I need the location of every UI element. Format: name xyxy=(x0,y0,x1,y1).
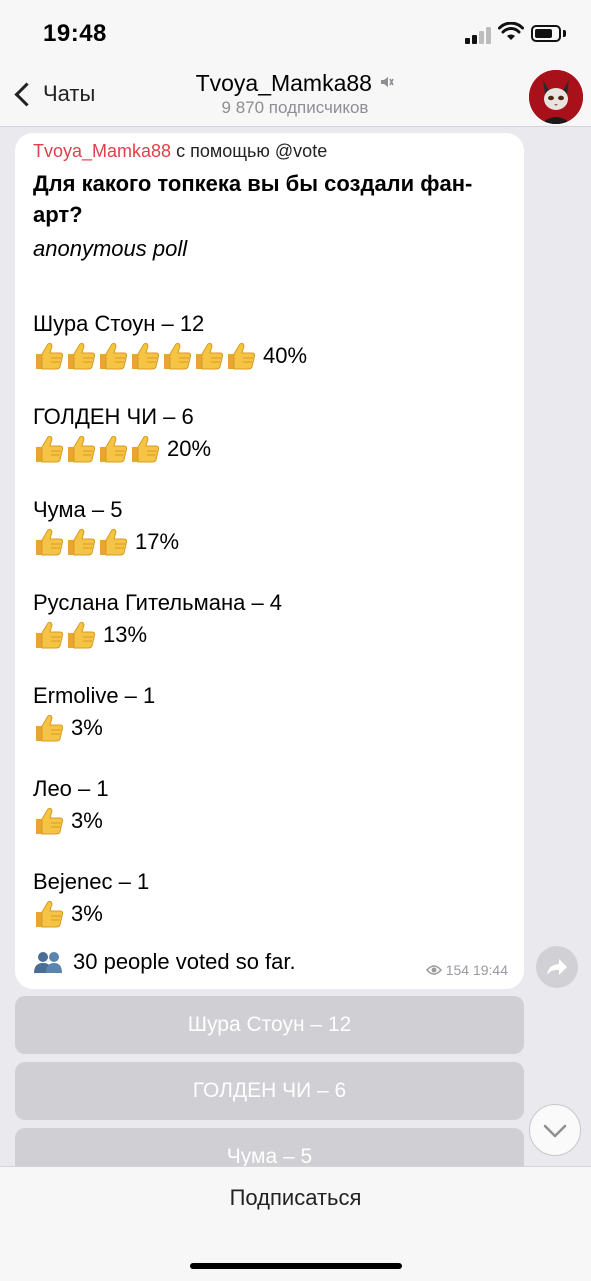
thumbs-up-icon xyxy=(33,713,65,743)
thumbs-up-icon xyxy=(129,434,161,464)
chevron-down-icon xyxy=(543,1124,567,1138)
voted-count: 30 people voted so far. xyxy=(73,949,296,974)
thumbs-up-icon xyxy=(97,434,129,464)
poll-option-label: Руслана Гительмана – 4 xyxy=(33,590,283,615)
poll-option: Шура Стоун – 12 40% xyxy=(33,308,506,372)
message-time: 19:44 xyxy=(472,962,508,978)
thumbs-up-icon xyxy=(97,527,129,557)
status-time: 19:48 xyxy=(43,20,107,47)
poll-option-label: ГОЛДЕН ЧИ – 6 xyxy=(33,404,194,429)
poll-option-bar: 20% xyxy=(33,433,506,465)
thumbs-up-icon xyxy=(97,341,129,371)
poll-option-percent: 13% xyxy=(103,622,148,647)
scroll-down-button[interactable] xyxy=(529,1104,581,1156)
poll-question: Для какого топкека вы бы создали фан-арт… xyxy=(33,171,473,227)
poll-option-bar: 40% xyxy=(33,340,506,372)
poll-option-bar: 3% xyxy=(33,712,506,744)
view-count: 154 xyxy=(445,962,470,978)
thumbs-up-icon xyxy=(65,341,97,371)
people-icon xyxy=(34,952,62,973)
poll-option-percent: 40% xyxy=(263,343,308,368)
home-indicator xyxy=(190,1263,402,1269)
cellular-signal-icon xyxy=(465,26,493,44)
message-meta: 154 19:44 xyxy=(425,962,508,978)
channel-header[interactable]: Tvoya_Mamka88 9 870 подписчиков xyxy=(150,70,440,118)
thumbs-up-icon xyxy=(33,434,65,464)
poll-option-percent: 20% xyxy=(167,436,212,461)
via-bot-label: с помощью @vote xyxy=(176,141,328,161)
thumbs-up-icon xyxy=(33,806,65,836)
wifi-icon xyxy=(498,22,524,40)
thumbs-up-icon xyxy=(65,620,97,650)
message-header: Tvoya_Mamka88 с помощью @vote xyxy=(33,139,506,163)
vote-button-1[interactable]: Шура Стоун – 12 xyxy=(15,996,524,1054)
nav-bar: Чаты Tvoya_Mamka88 9 870 подписчиков xyxy=(0,66,591,127)
poll-option-bar: 13% xyxy=(33,619,506,651)
subscriber-count: 9 870 подписчиков xyxy=(221,98,369,117)
battery-icon xyxy=(531,25,561,42)
thumbs-up-icon xyxy=(33,899,65,929)
thumbs-up-icon xyxy=(193,341,225,371)
thumbs-up-icon xyxy=(33,620,65,650)
poll-option: Ermolive – 1 3% xyxy=(33,680,506,744)
poll-option-percent: 3% xyxy=(71,808,103,833)
poll-message: Tvoya_Mamka88 с помощью @vote Для какого… xyxy=(15,133,524,989)
thumbs-up-icon xyxy=(129,341,161,371)
poll-option: Руслана Гительмана – 4 13% xyxy=(33,587,506,651)
poll-type: anonymous poll xyxy=(33,236,188,261)
poll-option: Лео – 1 3% xyxy=(33,773,506,837)
poll-option-bar: 17% xyxy=(33,526,506,558)
sender-name[interactable]: Tvoya_Mamka88 xyxy=(33,141,171,161)
poll-options: Шура Стоун – 12 40% ГОЛДЕН ЧИ – 6 20% Чума –… xyxy=(33,308,506,930)
thumbs-up-icon xyxy=(33,341,65,371)
thumbs-up-icon xyxy=(33,527,65,557)
poll-option: Чума – 5 17% xyxy=(33,494,506,558)
back-label: Чаты xyxy=(43,81,96,106)
eye-icon xyxy=(425,965,442,975)
status-bar: 19:48 xyxy=(0,0,591,66)
poll-option-label: Bejenec – 1 xyxy=(33,869,150,894)
bottom-bar: Подписаться xyxy=(0,1166,591,1281)
poll-option-label: Чума – 5 xyxy=(33,497,123,522)
poll-option: ГОЛДЕН ЧИ – 6 20% xyxy=(33,401,506,465)
poll-option-percent: 17% xyxy=(135,529,180,554)
poll-option-label: Шура Стоун – 12 xyxy=(33,311,205,336)
share-arrow-icon xyxy=(547,959,567,975)
subscribe-button[interactable]: Подписаться xyxy=(0,1185,591,1211)
poll-option-bar: 3% xyxy=(33,898,506,930)
poll-option-label: Ermolive – 1 xyxy=(33,683,156,708)
poll-option-percent: 3% xyxy=(71,715,103,740)
poll-option-bar: 3% xyxy=(33,805,506,837)
poll-option-label: Лео – 1 xyxy=(33,776,109,801)
cat-avatar-icon xyxy=(529,70,583,124)
back-button[interactable]: Чаты xyxy=(12,78,95,110)
thumbs-up-icon xyxy=(161,341,193,371)
voted-summary: 30 people voted so far. xyxy=(33,949,296,975)
share-button[interactable] xyxy=(536,946,578,988)
poll-option: Bejenec – 1 3% xyxy=(33,866,506,930)
channel-title: Tvoya_Mamka88 xyxy=(195,70,372,96)
muted-speaker-icon xyxy=(381,77,395,87)
vote-button-2[interactable]: ГОЛДЕН ЧИ – 6 xyxy=(15,1062,524,1120)
poll-option-percent: 3% xyxy=(71,901,103,926)
thumbs-up-icon xyxy=(65,527,97,557)
chevron-left-icon xyxy=(14,81,39,107)
thumbs-up-icon xyxy=(225,341,257,371)
channel-avatar[interactable] xyxy=(529,70,583,124)
thumbs-up-icon xyxy=(65,434,97,464)
